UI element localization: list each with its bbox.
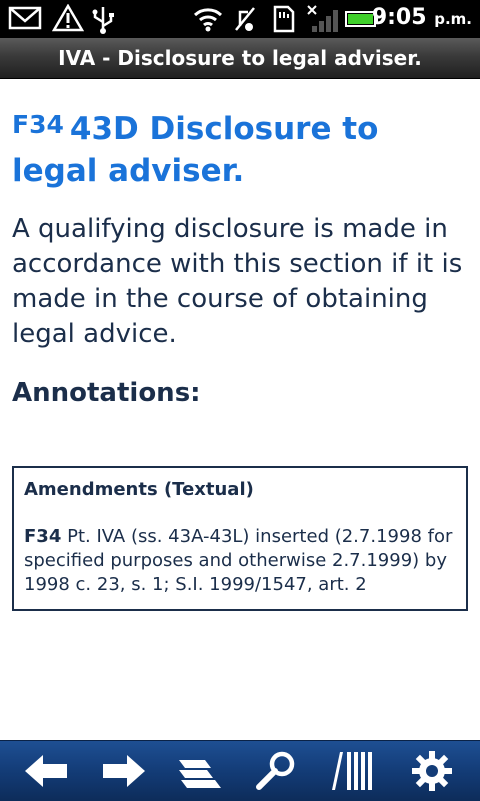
search-button[interactable]: [236, 741, 316, 801]
settings-button[interactable]: [392, 741, 472, 801]
wifi-icon: [193, 8, 223, 32]
signal-icon: [307, 5, 338, 32]
time-ampm: p.m.: [434, 10, 472, 28]
forward-button[interactable]: [84, 741, 164, 801]
heading-footnote-ref[interactable]: F34: [12, 110, 64, 139]
settings-gear-icon: [412, 751, 452, 791]
contents-icon: [179, 760, 221, 788]
annotation-text: Pt. IVA (ss. 43A-43L) inserted (2.7.1998…: [24, 526, 453, 595]
forward-arrow-icon: [103, 755, 145, 787]
usb-icon: [92, 7, 114, 34]
annotations-header: Amendments (Textual): [24, 479, 254, 500]
gmail-icon: [8, 6, 42, 30]
status-bar: 9:05 p.m.: [0, 0, 480, 38]
bottom-toolbar: [0, 740, 480, 801]
vibrate-icon: [235, 7, 255, 31]
sd-card-icon: [273, 5, 295, 33]
annotations-title: Annotations:: [12, 378, 201, 408]
search-icon: [256, 751, 295, 790]
heading-text: 43D Disclosure to legal adviser.: [12, 111, 379, 189]
annotation-note: F34 Pt. IVA (ss. 43A-43L) inserted (2.7.…: [24, 525, 456, 597]
back-button[interactable]: [6, 741, 86, 801]
status-time: 9:05 p.m.: [372, 5, 472, 30]
window-title: IVA - Disclosure to legal adviser.: [58, 46, 422, 70]
contents-button[interactable]: [160, 741, 240, 801]
document-content: F34 43D Disclosure to legal adviser. A qu…: [12, 108, 472, 408]
library-button[interactable]: [312, 741, 392, 801]
back-arrow-icon: [25, 755, 67, 787]
section-body: A qualifying disclosure is made in accor…: [12, 214, 463, 349]
annotation-ref: F34: [24, 526, 62, 547]
warning-icon: [52, 4, 84, 32]
library-icon: [332, 752, 372, 790]
time-value: 9:05: [371, 5, 427, 30]
title-bar: IVA - Disclosure to legal adviser.: [0, 38, 480, 79]
annotations-box: Amendments (Textual) F34 Pt. IVA (ss. 43…: [12, 466, 468, 611]
section-heading: F34 43D Disclosure to legal adviser.: [12, 108, 472, 192]
